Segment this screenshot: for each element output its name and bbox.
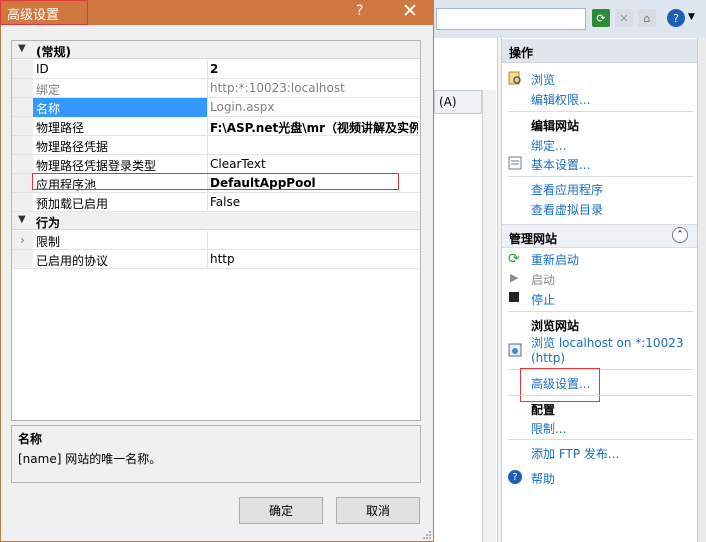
browse-localhost-link[interactable]: 浏览 localhost on *:10023 <box>531 334 683 351</box>
restart-link[interactable]: 重新启动 <box>531 251 579 268</box>
chevron-down-icon[interactable]: ▼ <box>688 12 695 22</box>
content-bar: (A) <box>434 90 482 114</box>
property-row[interactable]: 物理路径凭据登录类型 ClearText <box>12 155 420 174</box>
edit-site-title: 编辑网站 <box>531 119 580 133</box>
description-title: 名称 <box>18 432 43 446</box>
divider <box>508 395 693 396</box>
property-row[interactable]: 已启用的协议 http <box>12 250 420 269</box>
property-value: http <box>210 252 235 266</box>
restart-icon: ⟳ <box>508 251 520 267</box>
refresh-icon[interactable]: ⟳ <box>592 9 610 27</box>
property-row[interactable]: › 限制 <box>12 231 420 250</box>
start-icon: ▶ <box>510 271 519 284</box>
config-title: 配置 <box>531 403 556 417</box>
property-row[interactable]: 物理路径凭据 <box>12 136 420 155</box>
property-value: Login.aspx <box>210 100 275 114</box>
stop-link[interactable]: 停止 <box>531 291 555 308</box>
property-row[interactable]: ID 2 <box>12 60 420 79</box>
property-row[interactable]: 物理路径 F:\ASP.net光盘\mr（视频讲解及实例源 <box>12 117 420 136</box>
help-circle-icon: ? <box>508 470 522 484</box>
property-value: ClearText <box>210 157 266 171</box>
property-row[interactable]: 预加载已启用 False <box>12 193 420 212</box>
category-label: (常规) <box>36 45 71 59</box>
title-highlight-box <box>0 0 88 25</box>
property-name: 绑定 <box>36 83 61 97</box>
property-name: ID <box>36 62 49 76</box>
property-value: http:*:10023:localhost <box>210 81 345 95</box>
stop-square-icon <box>509 292 519 302</box>
expand-caret-icon[interactable]: › <box>20 233 25 247</box>
property-name: 物理路径凭据登录类型 <box>36 159 157 173</box>
content-scrollbar[interactable] <box>482 90 496 542</box>
description-text: [name] 网站的唯一名称。 <box>18 452 162 466</box>
browse-http-link[interactable]: (http) <box>531 351 565 365</box>
category-general[interactable]: ▼ (常规) <box>12 41 420 59</box>
app-pool-highlight-box <box>32 173 399 190</box>
actions-title: 操作 <box>502 39 697 63</box>
browse-link[interactable]: 浏览 <box>531 71 555 88</box>
content-bar-label: (A) <box>439 95 457 109</box>
edit-permissions-link[interactable]: 编辑权限... <box>531 91 590 108</box>
property-value: 2 <box>210 62 219 76</box>
basic-settings-link[interactable]: 基本设置... <box>531 156 590 173</box>
divider <box>508 176 693 177</box>
divider <box>508 311 693 312</box>
manage-site-title: 管理网站 <box>502 224 697 248</box>
property-row-selected[interactable]: 名称 Login.aspx <box>12 98 420 117</box>
limits-link[interactable]: 限制... <box>531 420 566 437</box>
close-icon[interactable]: ✕ <box>402 0 418 22</box>
actions-scrollbar[interactable] <box>698 38 706 542</box>
home-icon[interactable]: ⌂ <box>638 9 656 27</box>
property-name: 限制 <box>36 235 61 249</box>
divider <box>508 439 693 440</box>
resize-grip-icon[interactable] <box>422 530 432 540</box>
stop-icon[interactable]: ✕ <box>615 9 633 27</box>
description-panel: 名称 [name] 网站的唯一名称。 <box>11 425 421 483</box>
help-button[interactable]: ? <box>356 3 363 19</box>
category-behavior[interactable]: ▼ 行为 <box>12 212 420 230</box>
view-vdirs-link[interactable]: 查看虚拟目录 <box>531 201 603 218</box>
divider <box>508 111 693 112</box>
highlight-box <box>520 368 600 402</box>
property-name: 物理路径凭据 <box>36 140 109 154</box>
actions-pane <box>501 38 698 542</box>
property-name: 物理路径 <box>36 121 85 135</box>
browse-site-title: 浏览网站 <box>531 319 580 333</box>
help-link[interactable]: 帮助 <box>531 470 555 487</box>
settings-icon <box>508 156 522 170</box>
cancel-button[interactable]: 取消 <box>336 497 420 524</box>
collapse-caret-icon[interactable]: ▼ <box>18 214 26 225</box>
collapse-icon[interactable]: ⌃ <box>672 227 688 243</box>
add-ftp-link[interactable]: 添加 FTP 发布... <box>531 445 619 462</box>
help-icon[interactable]: ? <box>667 9 685 27</box>
bindings-link[interactable]: 绑定... <box>531 137 566 154</box>
property-name: 预加载已启用 <box>36 197 109 211</box>
property-name: 已启用的协议 <box>36 254 109 268</box>
view-apps-link[interactable]: 查看应用程序 <box>531 181 603 198</box>
collapse-caret-icon[interactable]: ▼ <box>18 43 26 54</box>
property-value: False <box>210 195 241 209</box>
browse-web-icon <box>508 343 522 357</box>
ok-button[interactable]: 确定 <box>239 497 323 524</box>
start-link[interactable]: 启动 <box>531 271 555 288</box>
browse-icon <box>508 71 521 85</box>
address-bar[interactable] <box>436 8 586 30</box>
category-label: 行为 <box>36 216 61 230</box>
property-name: 名称 <box>36 102 61 116</box>
property-row[interactable]: 绑定 http:*:10023:localhost <box>12 79 420 98</box>
property-value: F:\ASP.net光盘\mr（视频讲解及实例源 <box>210 121 418 135</box>
